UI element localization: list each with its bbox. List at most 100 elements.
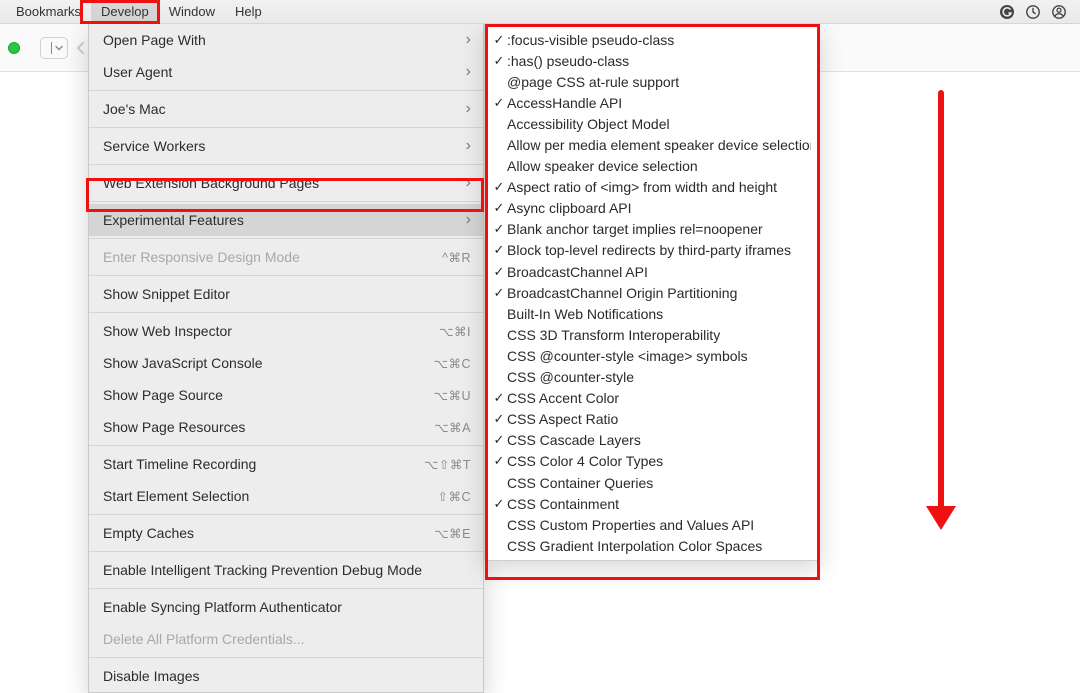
experimental-feature-item[interactable]: ✓:focus-visible pseudo-class xyxy=(485,29,819,50)
experimental-feature-item[interactable]: ✓AccessHandle API xyxy=(485,92,819,113)
develop-menu-item[interactable]: Disable Images xyxy=(89,660,483,692)
back-chevron-icon[interactable] xyxy=(74,41,88,55)
experimental-feature-label: CSS Accent Color xyxy=(507,390,811,406)
chevron-right-icon: › xyxy=(466,100,471,118)
experimental-feature-item[interactable]: CSS @counter-style xyxy=(485,367,819,388)
experimental-feature-item[interactable]: ✓:has() pseudo-class xyxy=(485,50,819,71)
menu-separator xyxy=(89,657,483,658)
experimental-feature-item[interactable]: Accessibility Object Model xyxy=(485,113,819,134)
menu-separator xyxy=(89,275,483,276)
grammarly-icon[interactable] xyxy=(994,0,1020,23)
experimental-feature-label: Built-In Web Notifications xyxy=(507,306,811,322)
menu-item-label: Show Page Source xyxy=(103,387,434,403)
experimental-feature-item[interactable]: ✓CSS Accent Color xyxy=(485,388,819,409)
checkmark-icon: ✓ xyxy=(491,453,507,469)
menu-separator xyxy=(89,164,483,165)
experimental-feature-item[interactable]: ✓BroadcastChannel Origin Partitioning xyxy=(485,282,819,303)
develop-menu-item[interactable]: Service Workers› xyxy=(89,130,483,162)
chevron-right-icon: › xyxy=(466,63,471,81)
develop-menu-item[interactable]: Web Extension Background Pages› xyxy=(89,167,483,199)
experimental-feature-item[interactable]: CSS Container Queries xyxy=(485,472,819,493)
user-icon[interactable] xyxy=(1046,0,1072,23)
develop-menu-item[interactable]: Enable Intelligent Tracking Prevention D… xyxy=(89,554,483,586)
sidebar-toggle-button[interactable] xyxy=(40,37,68,59)
chevron-down-icon xyxy=(55,44,63,52)
menu-item-label: Empty Caches xyxy=(103,525,434,541)
experimental-feature-item[interactable]: Allow speaker device selection xyxy=(485,156,819,177)
experimental-feature-item[interactable]: @page CSS at-rule support xyxy=(485,71,819,92)
traffic-light-green[interactable] xyxy=(8,42,20,54)
develop-menu-item[interactable]: Show Page Source⌥⌘U xyxy=(89,379,483,411)
experimental-feature-label: Aspect ratio of <img> from width and hei… xyxy=(507,179,811,195)
menu-item-shortcut: ⌥⇧⌘T xyxy=(424,457,471,472)
develop-menu-item[interactable]: Empty Caches⌥⌘E xyxy=(89,517,483,549)
menubar-help[interactable]: Help xyxy=(225,0,272,23)
experimental-feature-item[interactable]: CSS @counter-style <image> symbols xyxy=(485,345,819,366)
experimental-feature-label: @page CSS at-rule support xyxy=(507,74,811,90)
experimental-feature-item[interactable]: ✓Block top-level redirects by third-part… xyxy=(485,240,819,261)
checkmark-icon: ✓ xyxy=(491,242,507,258)
chevron-right-icon: › xyxy=(466,31,471,49)
menu-item-label: Disable Images xyxy=(103,668,471,684)
experimental-feature-item[interactable]: ✓CSS Aspect Ratio xyxy=(485,409,819,430)
experimental-feature-item[interactable]: ✓CSS Color 4 Color Types xyxy=(485,451,819,472)
develop-menu-item[interactable]: Show JavaScript Console⌥⌘C xyxy=(89,347,483,379)
menu-separator xyxy=(89,127,483,128)
experimental-feature-label: Block top-level redirects by third-party… xyxy=(507,242,811,258)
develop-menu-item[interactable]: Experimental Features› xyxy=(89,204,483,236)
experimental-feature-item[interactable]: ✓Aspect ratio of <img> from width and he… xyxy=(485,177,819,198)
menu-item-shortcut: ⌥⌘U xyxy=(434,388,471,403)
menu-item-label: Experimental Features xyxy=(103,212,460,228)
develop-menu-item[interactable]: Show Page Resources⌥⌘A xyxy=(89,411,483,443)
experimental-feature-item[interactable]: ✓CSS Cascade Layers xyxy=(485,430,819,451)
menu-separator xyxy=(89,514,483,515)
experimental-feature-item[interactable]: ✓CSS Containment xyxy=(485,493,819,514)
experimental-features-submenu: ✓:focus-visible pseudo-class✓:has() pseu… xyxy=(484,24,820,561)
menubar-develop[interactable]: Develop xyxy=(91,0,159,23)
menu-separator xyxy=(89,238,483,239)
develop-menu-panel: Open Page With›User Agent› Joe's Mac› Serv… xyxy=(88,24,484,693)
checkmark-icon: ✓ xyxy=(491,179,507,195)
develop-menu-item[interactable]: User Agent› xyxy=(89,56,483,88)
menu-item-label: Show JavaScript Console xyxy=(103,355,434,371)
develop-menu-item[interactable]: Show Snippet Editor xyxy=(89,278,483,310)
experimental-feature-label: CSS @counter-style xyxy=(507,369,811,385)
experimental-feature-label: BroadcastChannel Origin Partitioning xyxy=(507,285,811,301)
chevron-right-icon: › xyxy=(466,137,471,155)
menu-item-shortcut: ⌥⌘C xyxy=(434,356,471,371)
menu-item-shortcut: ⌥⌘I xyxy=(439,324,471,339)
history-icon[interactable] xyxy=(1020,0,1046,23)
menu-item-shortcut: ^⌘R xyxy=(442,250,471,265)
checkmark-icon: ✓ xyxy=(491,285,507,301)
experimental-feature-item[interactable]: CSS Custom Properties and Values API xyxy=(485,514,819,535)
checkmark-icon: ✓ xyxy=(491,390,507,406)
experimental-feature-label: CSS Cascade Layers xyxy=(507,432,811,448)
develop-menu-item[interactable]: Show Web Inspector⌥⌘I xyxy=(89,315,483,347)
experimental-feature-item[interactable]: ✓Async clipboard API xyxy=(485,198,819,219)
develop-menu-item[interactable]: Start Timeline Recording⌥⇧⌘T xyxy=(89,448,483,480)
develop-menu-item[interactable]: Open Page With› xyxy=(89,24,483,56)
menu-item-label: Start Timeline Recording xyxy=(103,456,424,472)
experimental-feature-item[interactable]: ✓BroadcastChannel API xyxy=(485,261,819,282)
experimental-feature-label: :has() pseudo-class xyxy=(507,53,811,69)
experimental-feature-item[interactable]: Allow per media element speaker device s… xyxy=(485,134,819,155)
experimental-feature-label: Accessibility Object Model xyxy=(507,116,811,132)
menu-separator xyxy=(89,312,483,313)
develop-menu-item: Delete All Platform Credentials... xyxy=(89,623,483,655)
annotation-arrow-down xyxy=(934,90,946,530)
develop-menu-item[interactable]: Joe's Mac› xyxy=(89,93,483,125)
menubar: Bookmarks Develop Window Help xyxy=(0,0,1080,24)
experimental-feature-item[interactable]: CSS Gradient Interpolation Color Spaces xyxy=(485,535,819,556)
experimental-feature-label: BroadcastChannel API xyxy=(507,264,811,280)
experimental-feature-label: CSS @counter-style <image> symbols xyxy=(507,348,811,364)
develop-menu-item[interactable]: Enable Syncing Platform Authenticator xyxy=(89,591,483,623)
menu-item-label: Enable Intelligent Tracking Prevention D… xyxy=(103,562,471,578)
develop-menu-item[interactable]: Start Element Selection⇧⌘C xyxy=(89,480,483,512)
experimental-feature-label: Async clipboard API xyxy=(507,200,811,216)
experimental-feature-item[interactable]: CSS 3D Transform Interoperability xyxy=(485,324,819,345)
menubar-window[interactable]: Window xyxy=(159,0,225,23)
menubar-bookmarks[interactable]: Bookmarks xyxy=(6,0,91,23)
experimental-feature-label: :focus-visible pseudo-class xyxy=(507,32,811,48)
experimental-feature-item[interactable]: Built-In Web Notifications xyxy=(485,303,819,324)
experimental-feature-item[interactable]: ✓Blank anchor target implies rel=noopene… xyxy=(485,219,819,240)
